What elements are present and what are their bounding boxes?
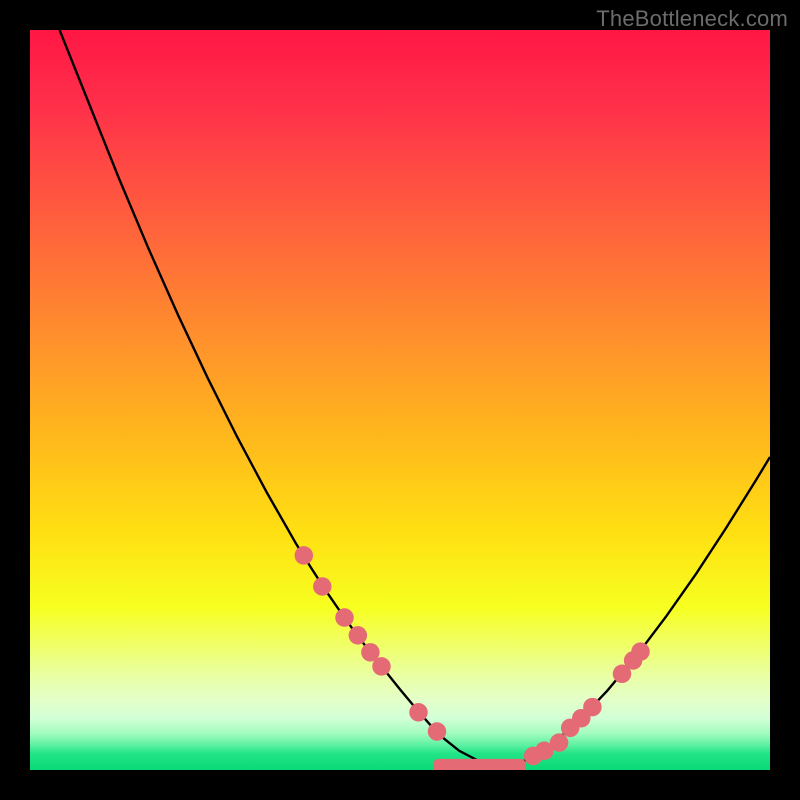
curve-markers (295, 546, 650, 765)
bottom-band (433, 759, 526, 770)
plot-area (30, 30, 770, 770)
marker-dot (409, 703, 428, 722)
marker-dot (583, 698, 602, 717)
curve-layer (30, 30, 770, 770)
bottleneck-curve (60, 30, 770, 766)
marker-dot (428, 722, 447, 741)
marker-dot (295, 546, 314, 565)
marker-dot (349, 626, 368, 645)
chart-frame: TheBottleneck.com (0, 0, 800, 800)
marker-dot (631, 642, 650, 661)
watermark-text: TheBottleneck.com (596, 6, 788, 32)
marker-dot (550, 733, 569, 752)
marker-dot (313, 577, 332, 596)
marker-dot (372, 657, 391, 676)
marker-dot (335, 608, 354, 627)
